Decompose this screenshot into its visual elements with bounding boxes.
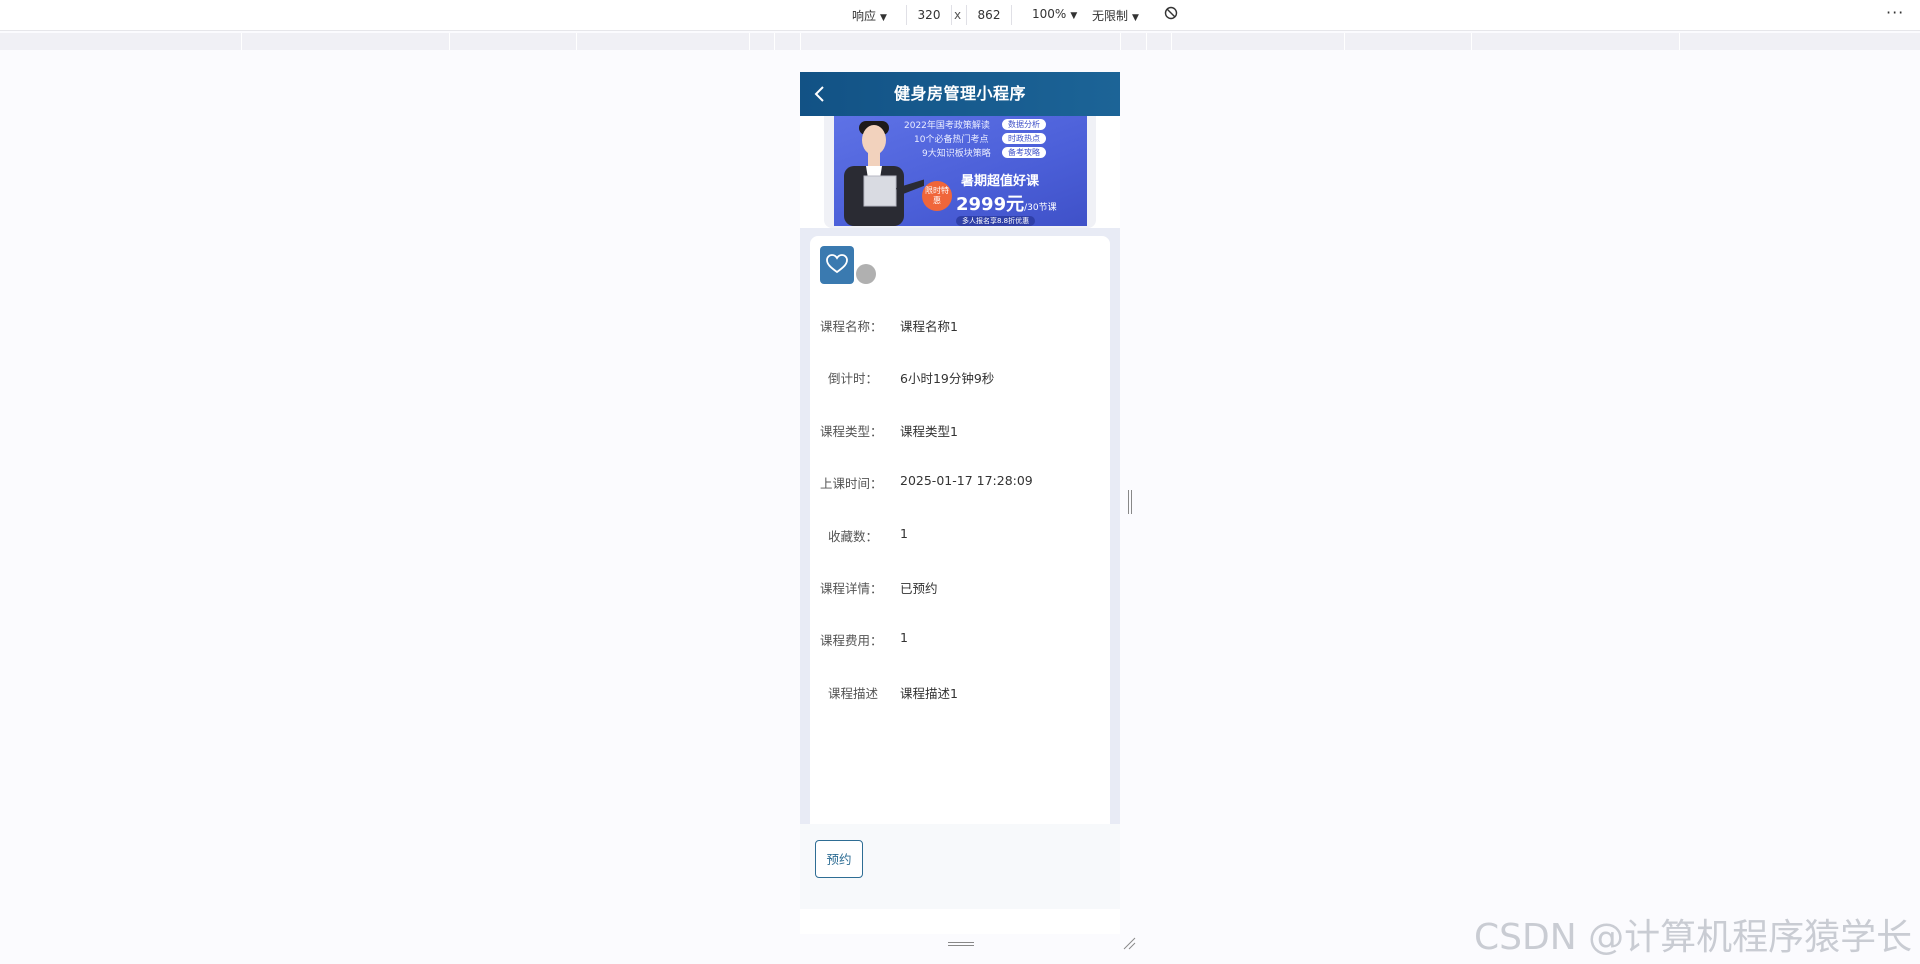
action-bar: 预约	[800, 824, 1120, 909]
field-row-course-details: 课程详情： 已预约	[810, 578, 1110, 598]
field-label: 上课时间：	[820, 476, 883, 491]
resize-handle-bottom[interactable]	[948, 942, 974, 948]
field-label: 课程费用：	[820, 633, 883, 648]
field-value: 已预约	[900, 581, 938, 596]
resize-handle-right[interactable]	[1128, 490, 1133, 514]
banner-headline: 暑期超值好课	[961, 174, 1040, 189]
throttle-label: 无限制	[1092, 9, 1129, 23]
resize-corner-icon[interactable]	[1122, 936, 1136, 950]
field-value: 课程描述1	[900, 686, 958, 701]
watermark: CSDN @计算机程序猿学长	[1474, 917, 1913, 958]
zoom-select[interactable]: 100% ▼	[1032, 7, 1077, 21]
field-row-countdown: 倒计时： 6小时19分钟9秒	[810, 368, 1110, 388]
banner-footer: 多人报名享8.8折优惠	[956, 216, 1036, 226]
field-row-class-time: 上课时间： 2025-01-17 17:28:09	[810, 473, 1110, 493]
chevron-down-icon: ▼	[1132, 13, 1139, 23]
presenter-illustration	[844, 121, 924, 226]
banner-tag: 数据分析	[1002, 119, 1046, 130]
field-row-course-fee: 课程费用： 1	[810, 630, 1110, 650]
banner-area: 2022年国考政策解读 10个必备热门考点 9大知识板块策略 数据分析 时政热点…	[800, 116, 1120, 228]
book-button[interactable]: 预约	[815, 840, 863, 878]
device-mode-select[interactable]: 响应 ▼	[852, 7, 887, 24]
zoom-label: 100%	[1032, 7, 1067, 21]
throttle-select[interactable]: 无限制 ▼	[1092, 7, 1139, 24]
device-mode-label: 响应	[852, 9, 877, 23]
field-value: 课程类型1	[900, 424, 958, 439]
favorite-button[interactable]	[820, 246, 854, 284]
banner-line: 9大知识板块策略	[922, 149, 991, 159]
field-value: 1	[900, 630, 908, 645]
app-navbar: 健身房管理小程序	[800, 72, 1120, 116]
banner-line: 2022年国考政策解读	[904, 121, 990, 131]
field-value: 2025-01-17 17:28:09	[900, 473, 1033, 488]
chevron-down-icon: ▼	[880, 13, 887, 23]
field-label: 倒计时：	[827, 371, 878, 386]
banner-tag: 备考攻略	[1002, 147, 1046, 158]
field-label: 课程类型：	[820, 424, 883, 439]
rotate-off-icon[interactable]	[1164, 6, 1178, 20]
field-row-course-type: 课程类型： 课程类型1	[810, 421, 1110, 441]
banner-line: 10个必备热门考点	[914, 135, 989, 145]
field-label: 课程描述	[827, 686, 878, 701]
heart-icon	[826, 254, 848, 274]
field-label: 收藏数：	[827, 529, 878, 544]
media-query-ruler	[0, 33, 1920, 50]
favorite-indicator	[856, 264, 876, 284]
field-label: 课程名称：	[820, 319, 883, 334]
field-value: 6小时19分钟9秒	[900, 371, 995, 386]
chevron-down-icon: ▼	[1070, 11, 1078, 21]
field-row-course-name: 课程名称： 课程名称1	[810, 316, 1110, 336]
banner-badge: 限时特惠	[922, 181, 952, 211]
banner-tag: 时政热点	[1002, 133, 1046, 144]
width-input[interactable]: 320	[906, 5, 952, 25]
app-title: 健身房管理小程序	[893, 84, 1026, 103]
more-icon[interactable]: ···	[1886, 3, 1904, 22]
field-row-favorites: 收藏数： 1	[810, 526, 1110, 546]
banner-price-value: 2999元	[956, 194, 1025, 215]
devtools-toolbar: 响应 ▼ 320 x 862 100% ▼ 无限制 ▼ ···	[0, 0, 1920, 31]
field-label: 课程详情：	[820, 581, 883, 596]
field-value: 1	[900, 526, 908, 541]
course-detail-card: 课程名称： 课程名称1 倒计时： 6小时19分钟9秒 课程类型： 课程类型1 上…	[810, 236, 1110, 836]
field-value: 课程名称1	[900, 319, 958, 334]
height-input[interactable]: 862	[966, 5, 1012, 25]
banner-price: 2999元/30节课	[956, 190, 1057, 216]
phone-bottom-spacer	[800, 909, 1120, 934]
banner-image[interactable]: 2022年国考政策解读 10个必备热门考点 9大知识板块策略 数据分析 时政热点…	[834, 116, 1087, 226]
phone-viewport: 健身房管理小程序 2022年国考政策解读 10个必备热门考点 9大知识板块策略 …	[800, 72, 1120, 934]
field-row-course-description: 课程描述 课程描述1	[810, 683, 1110, 703]
banner-price-unit: /30节课	[1024, 203, 1057, 213]
dimension-separator: x	[954, 8, 962, 22]
